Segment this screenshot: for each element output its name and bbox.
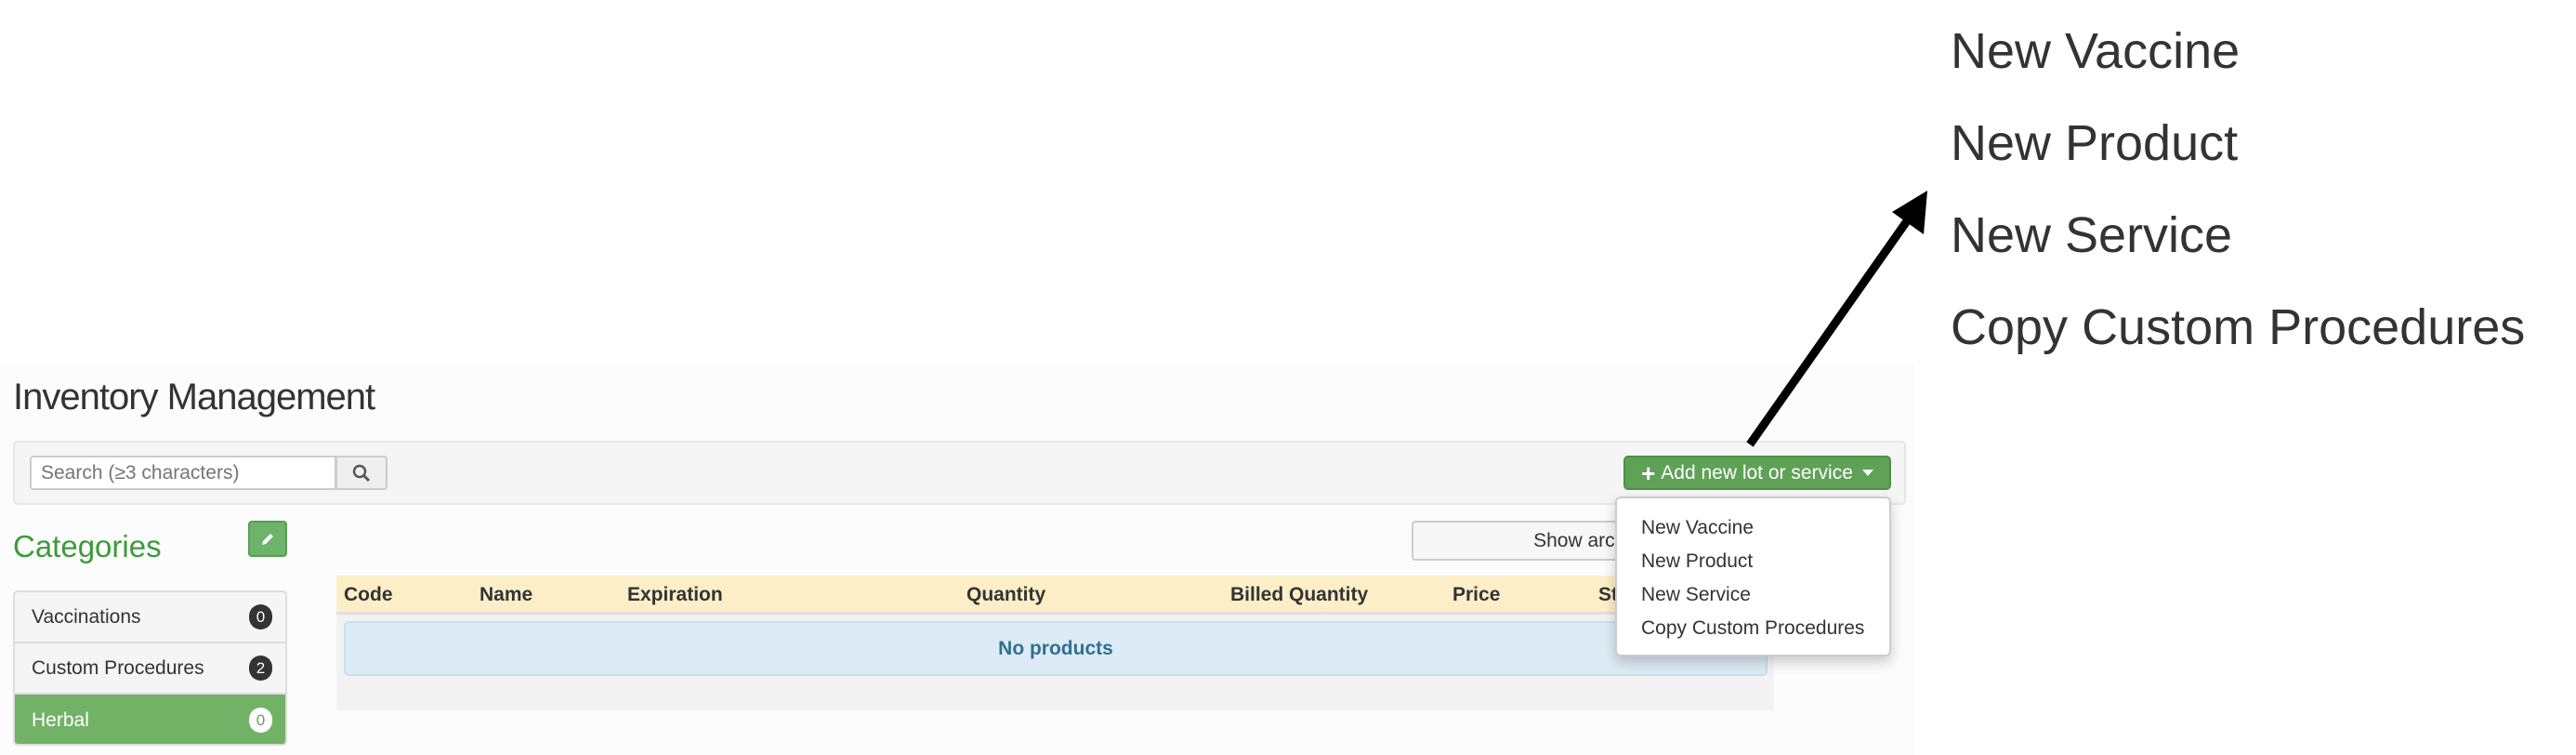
annotation-arrow — [1746, 191, 1927, 447]
